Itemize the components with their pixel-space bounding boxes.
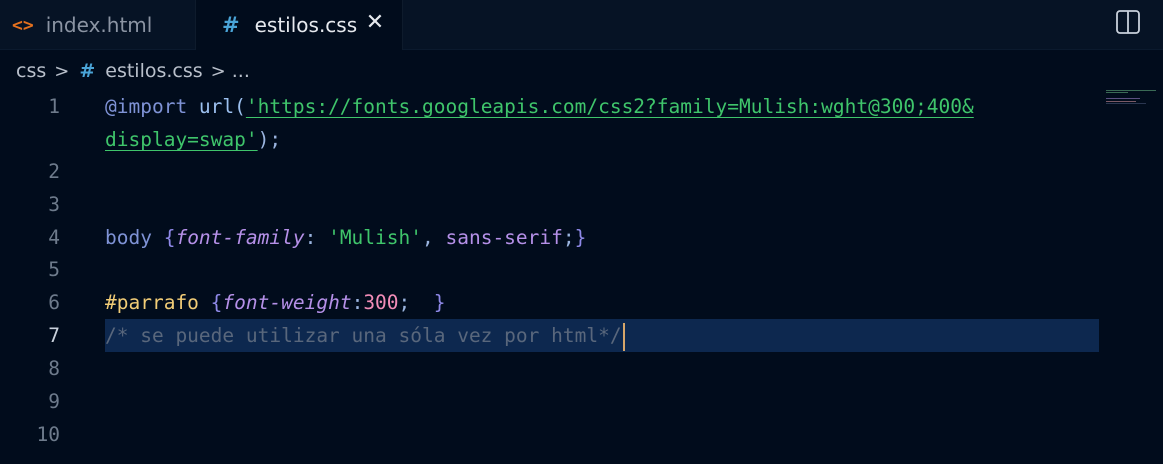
code-punctuation: ; (398, 291, 434, 314)
tab-label: index.html (45, 13, 153, 37)
minimap-line (1106, 103, 1146, 104)
minimap-line (1106, 90, 1156, 91)
url-function: url( (187, 95, 246, 118)
css-property: font-weight (222, 291, 352, 314)
css-file-icon: # (79, 60, 96, 82)
minimap-line (1106, 101, 1136, 102)
code-line-4: body {font-family: 'Mulish', sans-serif;… (105, 221, 586, 254)
breadcrumb-file[interactable]: estilos.css (105, 60, 202, 82)
import-url-link[interactable]: display=swap' (105, 128, 258, 151)
chevron-right-icon: > (210, 60, 226, 82)
code-line-6: #parrafo {font-weight:300; } (105, 286, 446, 319)
code-brace: } (433, 291, 446, 314)
css-number: 300 (363, 291, 399, 314)
code-punctuation: ); (257, 128, 282, 151)
css-string: 'Mulish' (328, 226, 422, 249)
close-icon[interactable]: ✕ (365, 11, 385, 35)
html-file-icon: <> (12, 14, 34, 36)
chevron-right-icon: > (54, 60, 70, 82)
code-punctuation: , (422, 226, 446, 249)
code-line-1-wrap: display=swap'); (105, 123, 281, 156)
import-url-link[interactable]: 'https://fonts.googleapis.com/css2?famil… (246, 95, 974, 118)
minimap[interactable] (1106, 88, 1163, 118)
line-number: 9 (48, 390, 60, 413)
css-id-selector: #parrafo (105, 291, 211, 314)
line-number: 5 (48, 258, 60, 281)
breadcrumb: css > # estilos.css > ... (16, 58, 250, 84)
line-number-active: 7 (48, 324, 60, 347)
line-number: 8 (48, 357, 60, 380)
code-punctuation: : (351, 291, 364, 314)
import-keyword: @import (105, 95, 188, 118)
code-line-7: /* se puede utilizar una sóla vez por ht… (105, 319, 625, 352)
breadcrumb-more[interactable]: ... (232, 60, 250, 82)
minimap-line (1106, 98, 1140, 99)
text-cursor (622, 322, 625, 351)
css-selector: body (105, 226, 164, 249)
code-brace: { (210, 291, 223, 314)
line-number: 4 (48, 226, 60, 249)
line-number: 2 (48, 160, 60, 183)
tab-label: estilos.css (254, 13, 358, 37)
code-punctuation: : (304, 226, 329, 249)
css-value: sans-serif (445, 226, 563, 249)
minimap-line (1106, 92, 1128, 93)
tab-bar: <> index.html # estilos.css ✕ (0, 0, 1163, 50)
line-number: 10 (36, 423, 60, 446)
code-brace: { (163, 226, 176, 249)
line-number: 1 (48, 95, 60, 118)
code-line-1: @import url('https://fonts.googleapis.co… (105, 90, 974, 123)
tab-index-html[interactable]: <> index.html (0, 0, 196, 50)
css-comment: /* se puede utilizar una sóla vez por ht… (105, 324, 622, 347)
breadcrumb-folder[interactable]: css (16, 60, 46, 82)
code-editor[interactable]: 1 2 3 4 5 6 7 8 9 10 @import url('https:… (0, 88, 1163, 464)
code-punctuation: ; (562, 226, 575, 249)
css-file-icon: # (222, 13, 240, 37)
css-property: font-family (175, 226, 305, 249)
line-number: 6 (48, 291, 60, 314)
split-editor-icon[interactable] (1115, 9, 1141, 35)
code-brace: } (574, 226, 587, 249)
tab-estilos-css[interactable]: # estilos.css ✕ (196, 0, 403, 50)
line-number: 3 (48, 193, 60, 216)
